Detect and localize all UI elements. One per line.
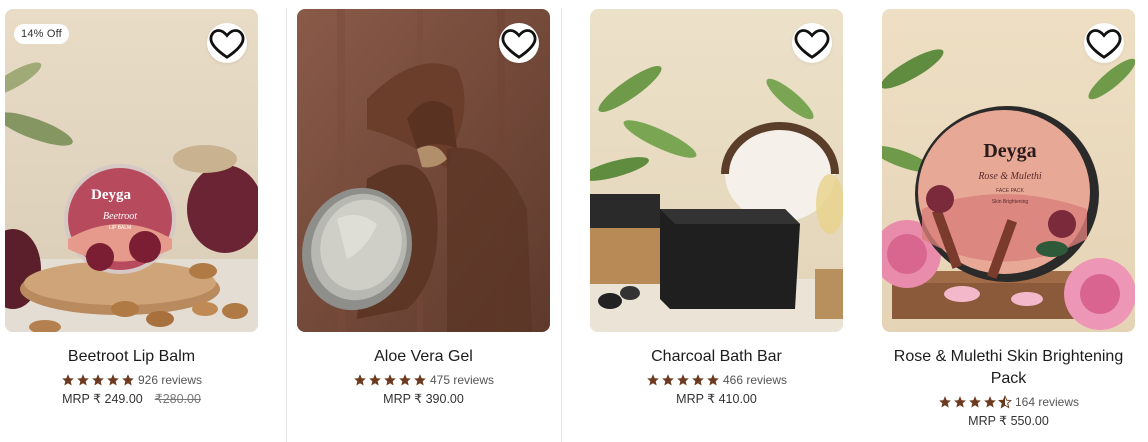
wishlist-button[interactable] — [207, 23, 247, 63]
card-divider — [561, 8, 562, 442]
product-grid: Deyga Beetroot LIP BALM 14% Off Beetroot… — [0, 0, 1148, 442]
wishlist-button[interactable] — [1084, 23, 1124, 63]
product-card-aloe-vera-gel[interactable]: Aloe Vera Gel 475 reviews MRP ₹ 390.00 — [297, 0, 550, 442]
star-icon — [647, 374, 659, 386]
rating-row: 164 reviews — [874, 393, 1143, 411]
heart-outline-icon — [209, 29, 245, 59]
product-title[interactable]: Rose & Mulethi Skin Brightening Pack — [874, 346, 1143, 390]
product-image[interactable] — [590, 9, 843, 332]
discount-badge: 14% Off — [14, 24, 69, 44]
star-icon — [939, 396, 951, 408]
svg-text:Deyga: Deyga — [91, 187, 131, 203]
price-row: MRP ₹ 550.00 — [874, 413, 1143, 428]
rating-row: 475 reviews — [289, 371, 558, 389]
product-title[interactable]: Aloe Vera Gel — [289, 346, 558, 368]
rating-row: 926 reviews — [0, 371, 266, 389]
star-icon — [77, 374, 89, 386]
product-info: Rose & Mulethi Skin Brightening Pack 164… — [874, 346, 1143, 428]
star-icon — [92, 374, 104, 386]
star-icon — [62, 374, 74, 386]
product-title[interactable]: Beetroot Lip Balm — [0, 346, 266, 368]
star-icon — [369, 374, 381, 386]
price-row: MRP ₹ 249.00 ₹280.00 — [0, 391, 266, 406]
wishlist-button[interactable] — [792, 23, 832, 63]
svg-text:Rose & Mulethi: Rose & Mulethi — [977, 171, 1042, 182]
star-icon — [354, 374, 366, 386]
svg-text:Skin Brightening: Skin Brightening — [992, 199, 1029, 205]
star-rating — [938, 395, 1012, 409]
review-count[interactable]: 466 reviews — [723, 373, 787, 387]
review-count[interactable]: 926 reviews — [138, 373, 202, 387]
sale-price: MRP ₹ 550.00 — [968, 414, 1049, 428]
product-card-beetroot-lip-balm[interactable]: Deyga Beetroot LIP BALM 14% Off Beetroot… — [5, 0, 258, 442]
star-icon — [984, 396, 996, 408]
star-rating — [353, 373, 427, 387]
star-icon — [384, 374, 396, 386]
product-title[interactable]: Charcoal Bath Bar — [582, 346, 851, 368]
product-image[interactable] — [297, 9, 550, 332]
rating-row: 466 reviews — [582, 371, 851, 389]
price-row: MRP ₹ 390.00 — [289, 391, 558, 406]
svg-text:LIP BALM: LIP BALM — [109, 225, 131, 231]
heart-outline-icon — [501, 29, 537, 59]
star-icon — [414, 374, 426, 386]
star-icon — [107, 374, 119, 386]
review-count[interactable]: 475 reviews — [430, 373, 494, 387]
heart-outline-icon — [1086, 29, 1122, 59]
star-icon — [122, 374, 134, 386]
star-icon — [399, 374, 411, 386]
wishlist-button[interactable] — [499, 23, 539, 63]
product-image[interactable]: Deyga Rose & Mulethi FACE PACK Skin Brig… — [882, 9, 1135, 332]
star-rating — [61, 373, 135, 387]
star-icon — [677, 374, 689, 386]
sale-price: MRP ₹ 249.00 — [62, 392, 143, 406]
compare-price: ₹280.00 — [154, 392, 201, 406]
svg-text:FACE PACK: FACE PACK — [996, 188, 1024, 194]
half-star-icon — [998, 395, 1012, 409]
sale-price: MRP ₹ 410.00 — [676, 392, 757, 406]
product-image[interactable]: Deyga Beetroot LIP BALM 14% Off — [5, 9, 258, 332]
product-info: Aloe Vera Gel 475 reviews MRP ₹ 390.00 — [289, 346, 558, 406]
sale-price: MRP ₹ 390.00 — [383, 392, 464, 406]
product-info: Beetroot Lip Balm 926 reviews MRP ₹ 249.… — [0, 346, 266, 406]
star-icon — [969, 396, 981, 408]
star-rating — [646, 373, 720, 387]
product-info: Charcoal Bath Bar 466 reviews MRP ₹ 410.… — [582, 346, 851, 406]
svg-text:Deyga: Deyga — [983, 140, 1036, 162]
price-row: MRP ₹ 410.00 — [582, 391, 851, 406]
svg-text:Beetroot: Beetroot — [103, 211, 137, 222]
product-card-charcoal-bath-bar[interactable]: Charcoal Bath Bar 466 reviews MRP ₹ 410.… — [590, 0, 843, 442]
review-count[interactable]: 164 reviews — [1015, 395, 1079, 409]
product-card-rose-mulethi-pack[interactable]: Deyga Rose & Mulethi FACE PACK Skin Brig… — [882, 0, 1135, 442]
heart-outline-icon — [794, 29, 830, 59]
star-icon — [954, 396, 966, 408]
star-icon — [707, 374, 719, 386]
card-divider — [286, 8, 287, 442]
star-icon — [662, 374, 674, 386]
star-icon — [692, 374, 704, 386]
